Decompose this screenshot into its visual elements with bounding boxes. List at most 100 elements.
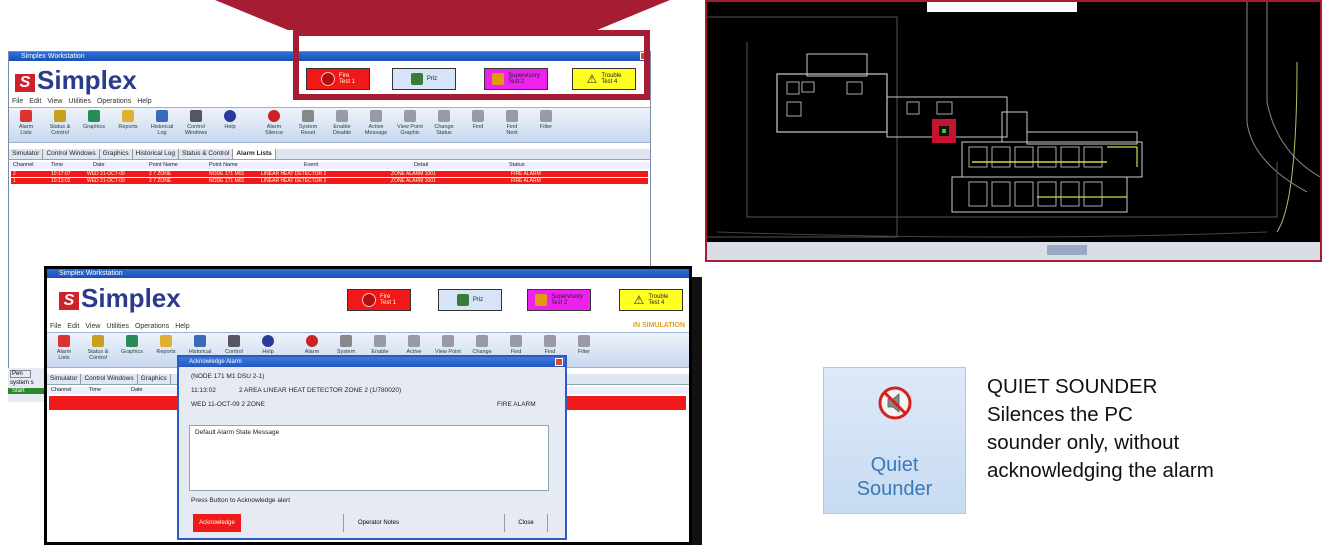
row-cell: 1: [13, 178, 16, 184]
row-cell: FIRE ALARM: [511, 178, 541, 184]
toolbar-button[interactable]: System Reset: [291, 108, 325, 142]
close-button[interactable]: Close: [504, 514, 548, 532]
menu-operations[interactable]: Operations: [97, 98, 131, 105]
toolbar-button[interactable]: Status & Control: [81, 333, 115, 367]
dialog-time: 11:13:02: [191, 387, 216, 394]
toolbar-icon: [370, 110, 382, 122]
window-title: Simplex Workstation: [59, 270, 123, 277]
desc-line: acknowledging the alarm: [987, 459, 1214, 482]
toolbar-button[interactable]: Alarm Lists: [9, 108, 43, 142]
row-cell: 2 7 ZONE: [149, 178, 172, 184]
taskbar-pen[interactable]: Pen: [10, 370, 31, 378]
menu-bar: File Edit View Utilities Operations Help: [9, 97, 155, 106]
tab-graphics[interactable]: Graphics: [100, 149, 133, 159]
menu-file[interactable]: File: [12, 98, 23, 105]
col-channel: Channel: [13, 162, 34, 168]
toolbar-button[interactable]: Filter: [567, 333, 601, 367]
tab-simulator[interactable]: Simulator: [47, 374, 82, 384]
warning-icon: ⚠: [633, 293, 645, 307]
toolbar-button[interactable]: Change Status: [427, 108, 461, 142]
menu-help[interactable]: Help: [137, 98, 151, 105]
toolbar-button[interactable]: Find: [461, 108, 495, 142]
trouble-status-button[interactable]: ⚠ Trouble Test 4: [619, 289, 683, 311]
toolbar-button[interactable]: Enable Disable: [325, 108, 359, 142]
tab-graphics[interactable]: Graphics: [138, 374, 171, 384]
close-icon[interactable]: [555, 358, 563, 366]
row-cell: 10:13:02: [51, 178, 71, 184]
toolbar-button[interactable]: View Point Graphic: [393, 108, 427, 142]
toolbar-button[interactable]: Status & Control: [43, 108, 77, 142]
toolbar-label: View Point Graphic: [397, 124, 423, 136]
supervisory-status-button[interactable]: Supervisory Test 2: [484, 68, 548, 90]
toolbar-button[interactable]: Alarm Lists: [47, 333, 81, 367]
menu-view[interactable]: View: [47, 98, 62, 105]
tab-control-windows[interactable]: Control Windows: [43, 149, 100, 159]
toolbar-button[interactable]: Filter: [529, 108, 563, 142]
alarm-row[interactable]: 1 10:13:02 WED 21-OCT-09 2 7 ZONE NODE 1…: [11, 178, 648, 184]
menu-utilities[interactable]: Utilities: [106, 323, 129, 330]
toolbar-button[interactable]: Reports: [111, 108, 145, 142]
menu-file[interactable]: File: [50, 323, 61, 330]
menu-utilities[interactable]: Utilities: [68, 98, 91, 105]
fire-status-button[interactable]: Fire Test 1: [347, 289, 411, 311]
tab-simulator[interactable]: Simulator: [9, 149, 44, 159]
menu-help[interactable]: Help: [175, 323, 189, 330]
dialog-date-line: WED 11-OCT-09 2 ZONE: [191, 401, 265, 408]
dialog-titlebar: Acknowledge Alarm: [179, 357, 565, 367]
operator-notes-button[interactable]: Operator Notes: [343, 514, 413, 532]
menu-edit[interactable]: Edit: [29, 98, 41, 105]
quiet-sounder-button[interactable]: Quiet Sounder: [823, 367, 966, 514]
toolbar-label: Reports: [118, 124, 138, 130]
alarm-message-box: Default Alarm State Message: [189, 425, 549, 491]
tab-alarm-lists[interactable]: Alarm Lists: [233, 149, 276, 159]
alarm-row[interactable]: 2 10:17:07 WED 21-OCT-09 2 7 ZONE NODE 1…: [11, 171, 648, 177]
menu-view[interactable]: View: [85, 323, 100, 330]
dialog-node-line: (NODE 171 M1 DSU 2-1): [191, 373, 265, 380]
taskbar-system: system s: [10, 380, 34, 386]
dialog-event: 2 AREA LINEAR HEAT DETECTOR ZONE 2 (1/78…: [239, 387, 402, 394]
fire-status-button[interactable]: Fire Test 1: [306, 68, 370, 90]
toolbar-button[interactable]: Control Windows: [179, 108, 213, 142]
priority2-status-button[interactable]: Priz: [438, 289, 502, 311]
toolbar-icon: [156, 110, 168, 122]
simplex-logo: S Simplex: [59, 283, 181, 314]
tab-historical-log[interactable]: Historical Log: [133, 149, 180, 159]
toolbar-icon: [442, 335, 454, 347]
toolbar-icon: [54, 110, 66, 122]
toolbar-button[interactable]: Historical Log: [145, 108, 179, 142]
tab-control-windows[interactable]: Control Windows: [81, 374, 138, 384]
toolbar-icon: [302, 110, 314, 122]
close-icon[interactable]: [640, 52, 648, 60]
warning-icon: ⚠: [586, 72, 598, 86]
toolbar-icon: [20, 110, 32, 122]
menu-operations[interactable]: Operations: [135, 323, 169, 330]
toolbar-button[interactable]: Graphics: [77, 108, 111, 142]
toolbar-label: Alarm Lists: [56, 349, 72, 361]
toolbar-button[interactable]: Graphics: [115, 333, 149, 367]
toolbar-label: Control Windows: [184, 124, 208, 136]
toolbar-icon: [224, 110, 236, 122]
row-cell: ZONE ALARM 1001: [391, 171, 436, 177]
start-button[interactable]: Start: [8, 388, 46, 394]
supervisory-status-button[interactable]: Supervisory Test 2: [527, 289, 591, 311]
acknowledge-button[interactable]: Acknowledge: [193, 514, 241, 532]
toolbar-button[interactable]: Alarm Silence: [257, 108, 291, 142]
toolbar-label: Reports: [156, 349, 176, 355]
row-cell: 2: [13, 171, 16, 177]
toolbar-icon: [58, 335, 70, 347]
toolbar-button[interactable]: Active Message: [359, 108, 393, 142]
toolbar-button[interactable]: Find Next: [495, 108, 529, 142]
row-cell: FIRE ALARM: [511, 171, 541, 177]
toolbar-icon: [340, 335, 352, 347]
col-time: Time: [51, 162, 64, 168]
toolbar-button[interactable]: Help: [213, 108, 247, 142]
tab-status-control[interactable]: Status & Control: [179, 149, 234, 159]
menu-edit[interactable]: Edit: [67, 323, 79, 330]
row-cell: 10:17:07: [51, 171, 71, 177]
toolbar-label: Find: [472, 124, 484, 130]
toolbar-icon: [578, 335, 590, 347]
fire-icon: [320, 72, 335, 86]
priority2-status-button[interactable]: Priz: [392, 68, 456, 90]
trouble-status-button[interactable]: ⚠ Trouble Test 4: [572, 68, 636, 90]
floor-plan-graphic: [707, 2, 1320, 260]
